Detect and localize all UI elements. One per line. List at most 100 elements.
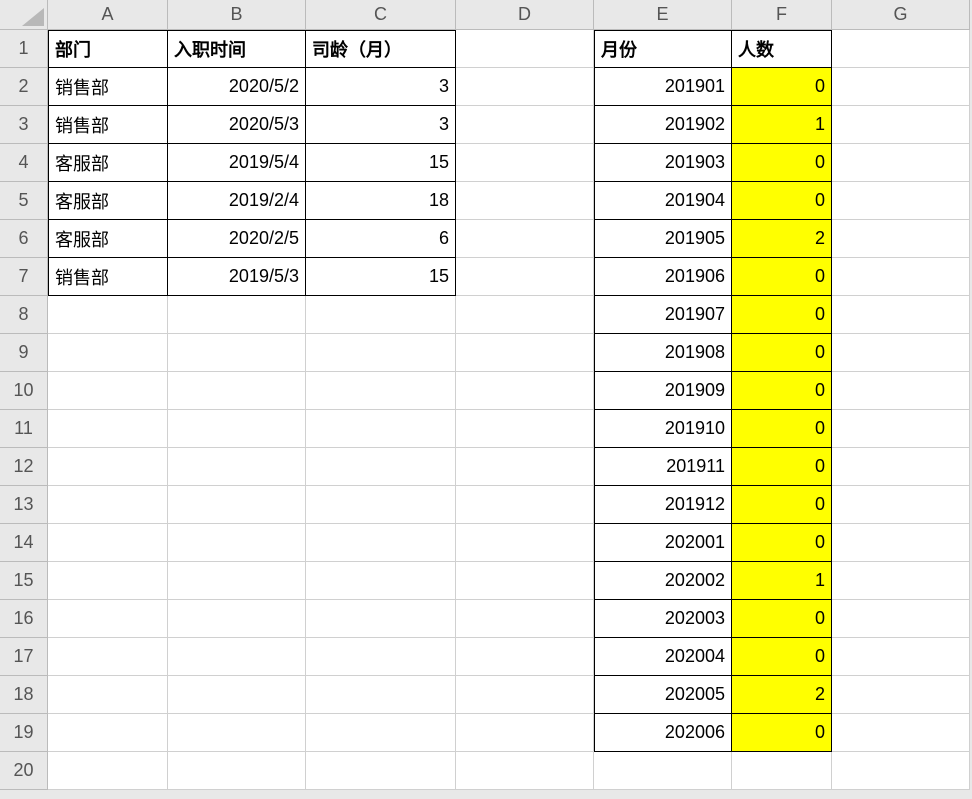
cell-G10[interactable] [832,372,970,410]
cell-A2[interactable]: 销售部 [48,68,168,106]
cell-F10[interactable]: 0 [732,372,832,410]
row-header-19[interactable]: 19 [0,714,48,752]
row-header-10[interactable]: 10 [0,372,48,410]
cell-E6[interactable]: 201905 [594,220,732,258]
cell-A3[interactable]: 销售部 [48,106,168,144]
cell-E5[interactable]: 201904 [594,182,732,220]
cell-F11[interactable]: 0 [732,410,832,448]
cell-E1[interactable]: 月份 [594,30,732,68]
col-header-D[interactable]: D [456,0,594,30]
cell-B9[interactable] [168,334,306,372]
cell-F15[interactable]: 1 [732,562,832,600]
col-header-B[interactable]: B [168,0,306,30]
col-header-E[interactable]: E [594,0,732,30]
cell-E18[interactable]: 202005 [594,676,732,714]
cell-C20[interactable] [306,752,456,790]
row-header-4[interactable]: 4 [0,144,48,182]
cell-B10[interactable] [168,372,306,410]
cell-B3[interactable]: 2020/5/3 [168,106,306,144]
cell-E9[interactable]: 201908 [594,334,732,372]
row-header-6[interactable]: 6 [0,220,48,258]
cell-G16[interactable] [832,600,970,638]
cell-B20[interactable] [168,752,306,790]
row-header-8[interactable]: 8 [0,296,48,334]
cell-E13[interactable]: 201912 [594,486,732,524]
cell-C17[interactable] [306,638,456,676]
cell-C5[interactable]: 18 [306,182,456,220]
cell-D15[interactable] [456,562,594,600]
cell-C3[interactable]: 3 [306,106,456,144]
cell-A14[interactable] [48,524,168,562]
cell-B14[interactable] [168,524,306,562]
cell-D3[interactable] [456,106,594,144]
cell-A1[interactable]: 部门 [48,30,168,68]
cell-F12[interactable]: 0 [732,448,832,486]
cell-A15[interactable] [48,562,168,600]
cell-A4[interactable]: 客服部 [48,144,168,182]
cell-B1[interactable]: 入职时间 [168,30,306,68]
cell-C16[interactable] [306,600,456,638]
row-header-13[interactable]: 13 [0,486,48,524]
cell-B15[interactable] [168,562,306,600]
cell-A6[interactable]: 客服部 [48,220,168,258]
row-header-14[interactable]: 14 [0,524,48,562]
cell-E11[interactable]: 201910 [594,410,732,448]
cell-D20[interactable] [456,752,594,790]
cell-B8[interactable] [168,296,306,334]
cell-A19[interactable] [48,714,168,752]
cell-G3[interactable] [832,106,970,144]
col-header-C[interactable]: C [306,0,456,30]
cell-A18[interactable] [48,676,168,714]
row-header-5[interactable]: 5 [0,182,48,220]
cell-C19[interactable] [306,714,456,752]
cell-C7[interactable]: 15 [306,258,456,296]
cell-B7[interactable]: 2019/5/3 [168,258,306,296]
cell-E20[interactable] [594,752,732,790]
col-header-G[interactable]: G [832,0,970,30]
cell-C10[interactable] [306,372,456,410]
cell-B18[interactable] [168,676,306,714]
cell-D19[interactable] [456,714,594,752]
cell-F2[interactable]: 0 [732,68,832,106]
cell-E12[interactable]: 201911 [594,448,732,486]
cell-C11[interactable] [306,410,456,448]
cell-F17[interactable]: 0 [732,638,832,676]
cell-G20[interactable] [832,752,970,790]
cell-D1[interactable] [456,30,594,68]
cell-G2[interactable] [832,68,970,106]
cell-D4[interactable] [456,144,594,182]
row-header-16[interactable]: 16 [0,600,48,638]
cell-A13[interactable] [48,486,168,524]
cell-G8[interactable] [832,296,970,334]
row-header-12[interactable]: 12 [0,448,48,486]
cell-C13[interactable] [306,486,456,524]
cell-C8[interactable] [306,296,456,334]
row-header-2[interactable]: 2 [0,68,48,106]
cell-C12[interactable] [306,448,456,486]
cell-G19[interactable] [832,714,970,752]
cell-F13[interactable]: 0 [732,486,832,524]
cell-G15[interactable] [832,562,970,600]
cell-D17[interactable] [456,638,594,676]
cell-A16[interactable] [48,600,168,638]
row-header-17[interactable]: 17 [0,638,48,676]
cell-A9[interactable] [48,334,168,372]
cell-E8[interactable]: 201907 [594,296,732,334]
cell-E10[interactable]: 201909 [594,372,732,410]
cell-A11[interactable] [48,410,168,448]
cell-G11[interactable] [832,410,970,448]
cell-G9[interactable] [832,334,970,372]
cell-B12[interactable] [168,448,306,486]
cell-F3[interactable]: 1 [732,106,832,144]
cell-E3[interactable]: 201902 [594,106,732,144]
cell-F6[interactable]: 2 [732,220,832,258]
cell-F14[interactable]: 0 [732,524,832,562]
cell-F4[interactable]: 0 [732,144,832,182]
cell-D2[interactable] [456,68,594,106]
col-header-A[interactable]: A [48,0,168,30]
row-header-11[interactable]: 11 [0,410,48,448]
cell-B2[interactable]: 2020/5/2 [168,68,306,106]
cell-G7[interactable] [832,258,970,296]
cell-A20[interactable] [48,752,168,790]
cell-D16[interactable] [456,600,594,638]
